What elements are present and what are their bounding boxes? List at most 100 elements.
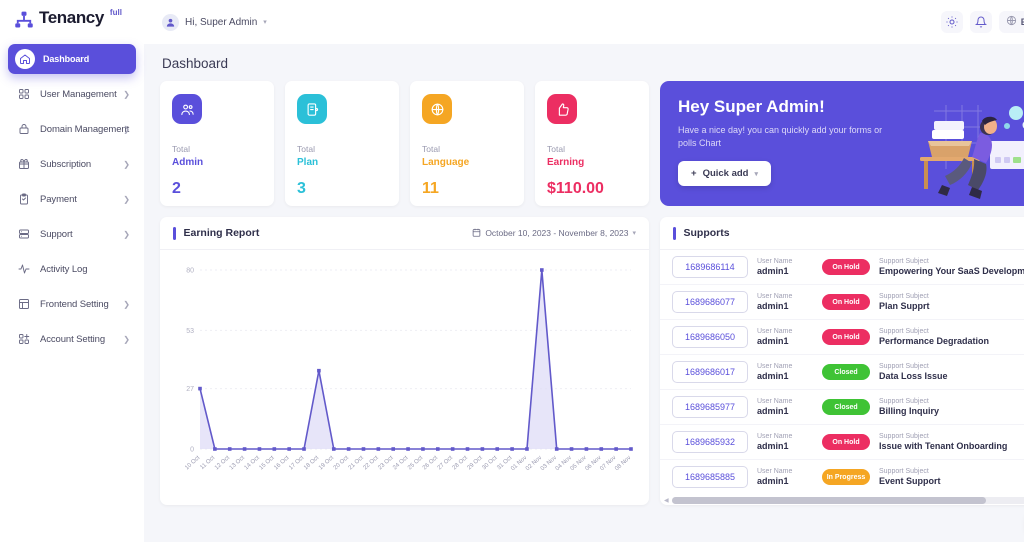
chevron-right-icon: ❯ [123,194,130,204]
ticket-id[interactable]: 1689686114 [672,256,748,278]
thumbs-up-icon [547,94,577,124]
sidebar-item-activity-log[interactable]: Activity Log [8,254,136,284]
scrollbar-thumb[interactable] [671,496,987,504]
sidebar-item-subscription[interactable]: Subscription ❯ [8,149,136,179]
chart-point[interactable] [361,447,366,451]
support-row[interactable]: 1689686017 User Name admin1 Closed Support S… [660,355,1024,390]
ticket-id[interactable]: 1689685885 [672,466,748,488]
user-menu[interactable]: Hi, Super Admin ▾ [162,13,267,31]
chart-point[interactable] [569,447,574,451]
chart-point[interactable] [346,447,351,451]
accent-bar [173,226,176,240]
sidebar-item-dashboard[interactable]: Dashboard [8,44,136,74]
support-row[interactable]: 1689686114 User Name admin1 On Hold Support … [660,250,1024,285]
x-axis-tick: 25 Oct [407,455,424,472]
sidebar-item-user-management[interactable]: User Management ❯ [8,79,136,109]
chart-point[interactable] [391,447,396,451]
chart-point[interactable] [584,447,589,451]
ticket-id[interactable]: 1689686017 [672,361,748,383]
chart-point[interactable] [257,447,262,451]
ticket-id[interactable]: 1689686077 [672,291,748,313]
chart-point[interactable] [287,447,291,451]
sidebar-item-domain-management[interactable]: Domain Management ❯ [8,114,136,144]
chart-point[interactable] [450,447,455,451]
sitemap-icon [14,10,34,30]
chart-point[interactable] [317,368,321,373]
chart-point[interactable] [480,447,485,451]
chart-point[interactable] [198,386,202,391]
chart-point[interactable] [331,447,336,451]
ticket-id[interactable]: 1689685977 [672,396,748,418]
chart-area-fill [200,270,631,449]
chart-point[interactable] [614,447,618,451]
earning-report-header: Earning Report October 10, 2023 - Novemb… [160,217,649,250]
chevron-right-icon: ❯ [123,299,130,309]
sidebar-item-account-setting[interactable]: Account Setting ❯ [8,324,136,354]
chart-point[interactable] [376,447,381,451]
support-row[interactable]: 1689685977 User Name admin1 Closed Support S… [660,390,1024,425]
accent-bar [673,226,676,240]
sidebar-item-label: Subscription [40,158,92,170]
banner-subtitle: Have a nice day! you can quickly add you… [678,125,883,148]
supports-horizontal-scrollbar[interactable]: ◀ [660,495,1024,505]
chart-point[interactable] [272,447,277,451]
chart-point[interactable] [213,447,217,451]
stat-card-admin: Total Admin 2 [160,81,274,206]
theme-toggle-button[interactable] [940,11,963,33]
ticket-id[interactable]: 1689686050 [672,326,748,348]
chart-point[interactable] [302,447,306,451]
chart-point[interactable] [406,447,410,451]
quick-add-label: Quick add [702,168,749,179]
date-range-picker[interactable]: October 10, 2023 - November 8, 2023 ▾ [472,228,636,239]
lock-icon [15,121,32,138]
user-name-value: admin1 [757,371,789,381]
chart-point[interactable] [421,447,425,451]
support-row[interactable]: 1689685932 User Name admin1 On Hold Support … [660,425,1024,460]
chart-point[interactable] [242,447,247,451]
user-greeting: Hi, Super Admin [185,16,258,28]
support-subject-label: Support Subject [879,468,929,475]
support-row[interactable]: 1689686050 User Name admin1 On Hold Support … [660,320,1024,355]
chart-point[interactable] [510,447,514,451]
sidebar: Tenancy full Dashboard User Management ❯ Do… [0,0,144,542]
scroll-left-icon[interactable]: ◀ [664,497,669,504]
language-selector[interactable]: EN ▾ [998,11,1024,33]
stat-card-earning: Total Earning $110.00 [535,81,649,206]
supports-panel: Supports 1689686114 User Name admin1 On Hol… [660,217,1024,505]
notifications-button[interactable] [969,11,992,33]
chart-point[interactable] [227,447,232,451]
layout-grid-icon [15,296,32,313]
support-row[interactable]: 1689686077 User Name admin1 On Hold Support … [660,285,1024,320]
support-subject-label: Support Subject [879,258,929,265]
sidebar-item-payment[interactable]: Payment ❯ [8,184,136,214]
x-axis-tick: 29 Oct [467,455,484,472]
ticket-id[interactable]: 1689685932 [672,431,748,453]
x-axis-tick: 26 Oct [422,455,439,472]
user-name-label: User Name [757,363,793,370]
reports-row: Earning Report October 10, 2023 - Novemb… [160,217,1024,505]
chart-point[interactable] [435,447,440,451]
chart-point[interactable] [525,447,529,451]
support-subject-label: Support Subject [879,293,929,300]
activity-pulse-icon [15,261,32,278]
sidebar-item-support[interactable]: Support ❯ [8,219,136,249]
scrollbar-track[interactable] [671,496,1024,504]
brand-suffix: full [109,8,122,17]
support-row[interactable]: 1689685885 User Name admin1 In Progress Supp… [660,460,1024,493]
chart-point[interactable] [554,447,559,451]
quick-add-button[interactable]: + Quick add ▾ [678,161,772,186]
server-icon [15,226,32,243]
earning-chart[interactable]: 0 27 53 80 10 Oct 11 Oct 12 Oct 13 Oct 14 Oct 15 … [160,250,649,505]
sidebar-item-frontend-setting[interactable]: Frontend Setting ❯ [8,289,136,319]
plan-box-icon [297,94,327,124]
chart-point[interactable] [495,447,500,451]
chart-point[interactable] [540,268,544,272]
chart-point[interactable] [629,447,633,451]
support-subject-value: Issue with Tenant Onboarding [879,441,1008,451]
stat-cards: Total Admin 2 Total Plan 3 Total Language 11 Tota… [160,81,649,206]
chart-point[interactable] [599,447,604,451]
sidebar-item-label: User Management [40,88,117,100]
brand-logo[interactable]: Tenancy full [14,8,122,30]
chart-point[interactable] [465,447,470,451]
x-axis-tick: 17 Oct [288,455,305,472]
